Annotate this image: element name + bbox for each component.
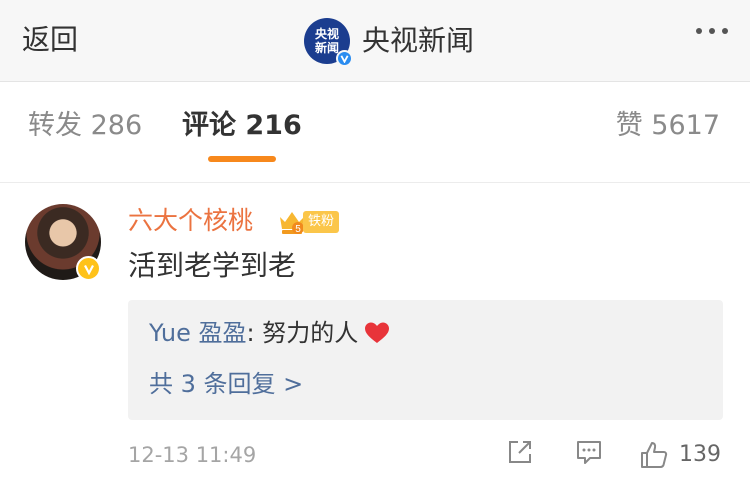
comment-button[interactable] <box>574 437 604 473</box>
cctv-news-logo: 央视 新闻 <box>304 18 353 67</box>
page-title: 央视新闻 <box>362 24 475 57</box>
comment-timestamp: 12-13 11:49 <box>128 443 257 467</box>
crown-level: 5 <box>295 224 301 235</box>
more-icon[interactable] <box>696 28 728 34</box>
tab-comment[interactable]: 评论 216 <box>182 109 302 143</box>
comment-text: 活到老学到老 <box>128 249 297 282</box>
vip-badge-icon <box>76 256 101 281</box>
share-icon <box>509 441 531 463</box>
like-count: 139 <box>679 442 721 467</box>
logo-text-top: 央视 <box>314 27 339 41</box>
logo-text-bottom: 新闻 <box>314 41 339 55</box>
like-button[interactable]: 139 <box>639 437 721 473</box>
active-tab-indicator <box>208 156 276 162</box>
comment-username[interactable]: 六大个核桃 <box>128 205 253 237</box>
share-button[interactable] <box>505 437 535 473</box>
divider <box>0 182 750 183</box>
heart-icon <box>365 322 390 343</box>
tab-like[interactable]: 赞 5617 <box>616 109 720 143</box>
reply-text: : 努力的人 <box>246 319 359 347</box>
back-button[interactable]: 返回 <box>22 22 78 58</box>
fan-level-badge: 5 铁粉 <box>277 208 340 236</box>
view-all-replies-link[interactable]: 共 3 条回复 > <box>149 368 303 400</box>
comment-icon <box>577 441 601 464</box>
thumbs-up-icon <box>641 442 668 468</box>
reply-username[interactable]: Yue 盈盈 <box>149 317 247 349</box>
verified-icon <box>336 50 353 67</box>
tab-repost[interactable]: 转发 286 <box>28 109 142 143</box>
reply-preview[interactable]: Yue 盈盈 : 努力的人 共 3 条回复 > <box>128 300 723 420</box>
fan-badge: 铁粉 <box>303 211 340 233</box>
reply-item: Yue 盈盈 : 努力的人 <box>149 317 390 349</box>
tab-bar: 转发 286 评论 216 赞 5617 <box>0 83 750 171</box>
account-header[interactable]: 央视 新闻 央视新闻 <box>304 16 475 67</box>
top-nav: 返回 央视 新闻 央视新闻 <box>0 0 750 82</box>
